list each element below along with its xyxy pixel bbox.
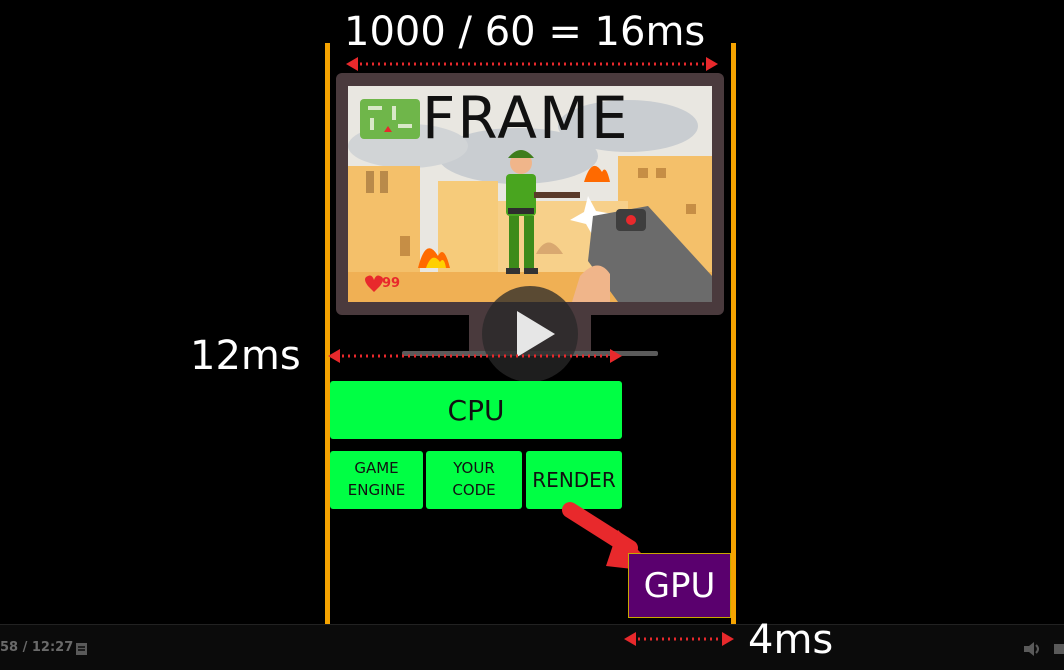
gpu-box: GPU (628, 553, 731, 618)
frame-time-arrow (346, 57, 718, 71)
notes-icon[interactable] (74, 641, 90, 657)
game-engine-box: GAME ENGINE (330, 451, 423, 509)
health-value: 99 (382, 276, 401, 291)
settings-icon[interactable] (1054, 640, 1064, 658)
right-guide-line (731, 43, 736, 624)
left-guide-line (325, 43, 330, 624)
video-time: 58 / 12:27 (0, 640, 74, 655)
cpu-time-label: 12ms (190, 333, 301, 379)
gpu-time-label: 4ms (748, 617, 834, 663)
cpu-box: CPU (330, 381, 622, 439)
volume-icon[interactable] (1022, 640, 1042, 658)
monitor: FRAME 99 (336, 73, 724, 315)
video-control-bar (0, 624, 1064, 670)
your-code-box: YOUR CODE (426, 451, 522, 509)
gpu-time-arrow (624, 632, 734, 646)
game-screen: FRAME 99 (348, 86, 712, 302)
frame-time-label: 1000 / 60 = 16ms (344, 9, 706, 55)
frame-title: FRAME (422, 86, 630, 152)
cpu-time-arrow (328, 349, 622, 363)
